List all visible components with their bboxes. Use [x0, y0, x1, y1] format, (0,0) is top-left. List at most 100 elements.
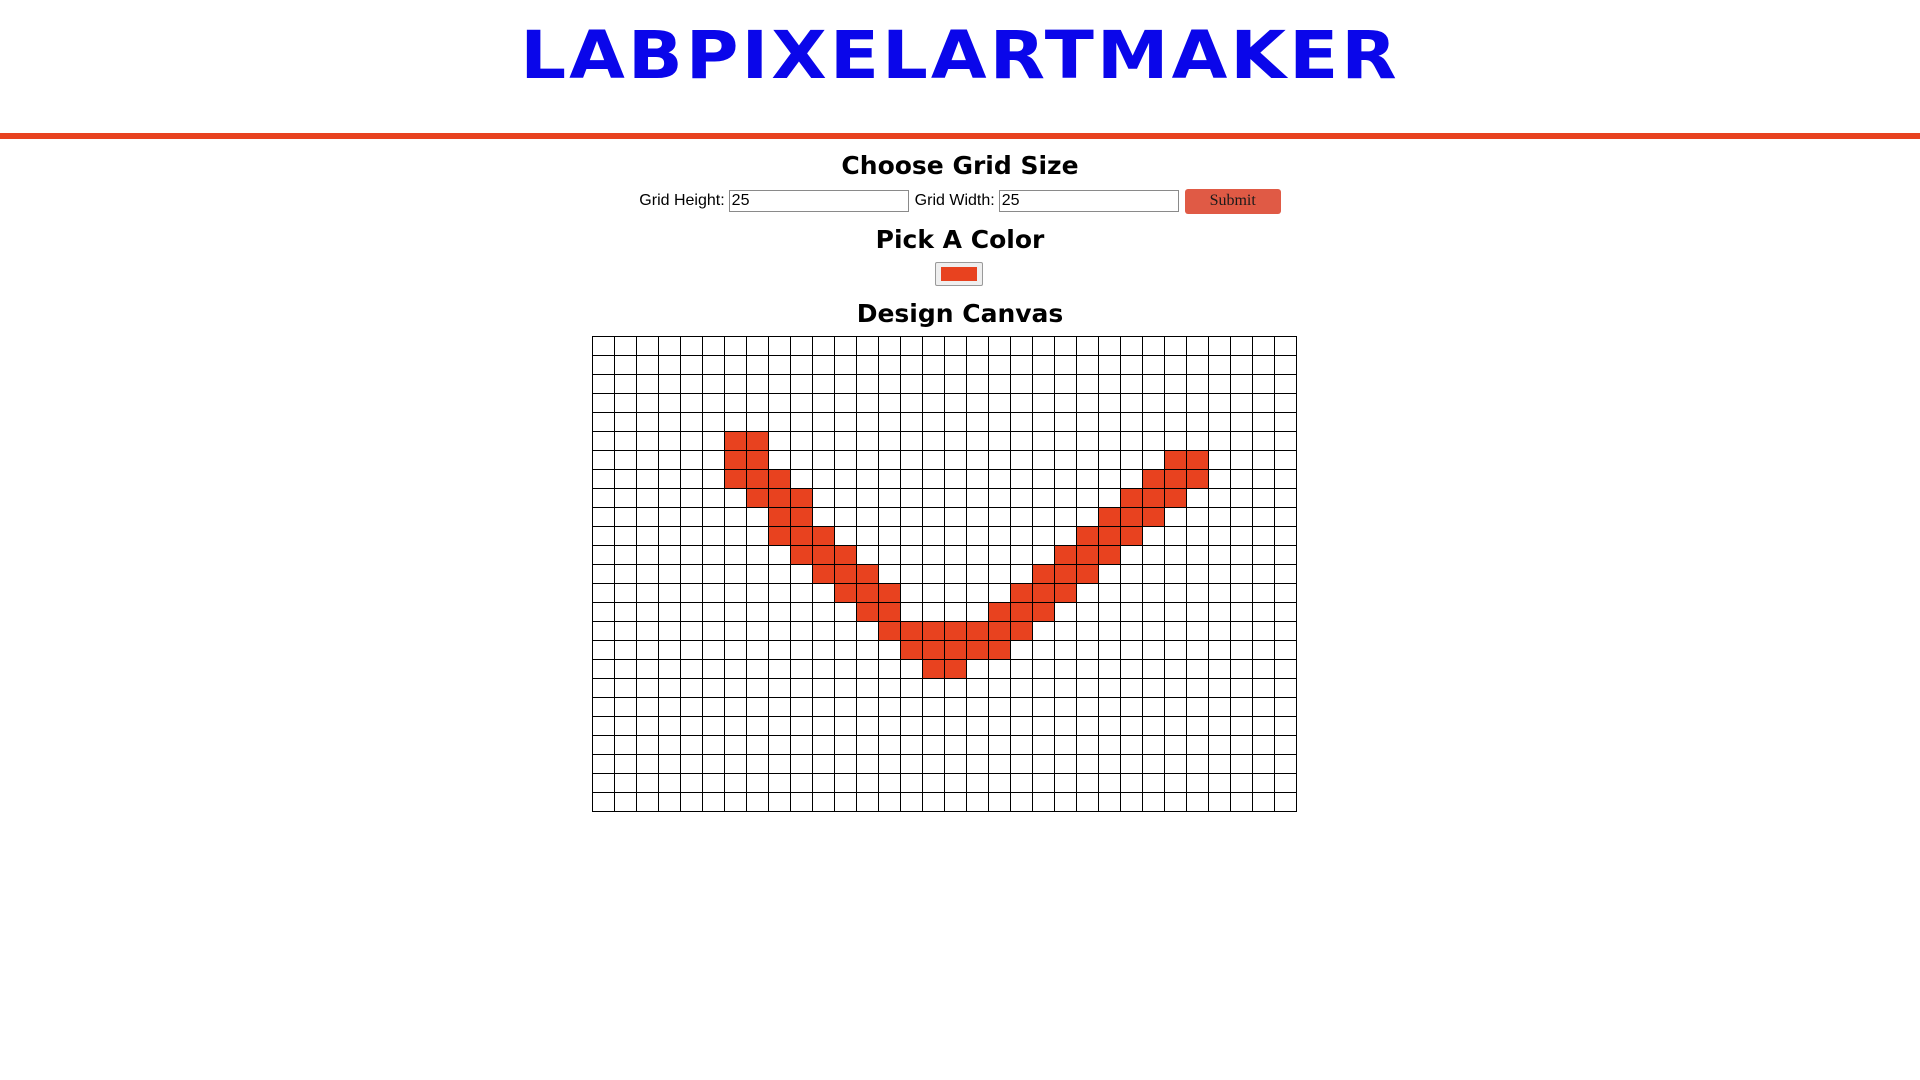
canvas-cell[interactable]	[856, 336, 879, 356]
canvas-cell[interactable]	[658, 716, 681, 736]
canvas-cell[interactable]	[1098, 431, 1121, 451]
canvas-cell[interactable]	[1252, 735, 1275, 755]
canvas-cell[interactable]	[812, 355, 835, 375]
canvas-cell[interactable]	[592, 659, 615, 679]
canvas-cell[interactable]	[1032, 526, 1055, 546]
canvas-cell[interactable]	[1252, 754, 1275, 774]
canvas-cell[interactable]	[1142, 716, 1165, 736]
canvas-cell[interactable]	[1120, 602, 1143, 622]
canvas-cell[interactable]	[1120, 564, 1143, 584]
canvas-cell[interactable]	[1054, 773, 1077, 793]
canvas-cell[interactable]	[746, 545, 769, 565]
canvas-cell[interactable]	[1186, 355, 1209, 375]
canvas-cell[interactable]	[944, 564, 967, 584]
canvas-cell[interactable]	[988, 697, 1011, 717]
canvas-cell[interactable]	[1230, 526, 1253, 546]
canvas-cell[interactable]	[922, 488, 945, 508]
canvas-cell[interactable]	[724, 716, 747, 736]
canvas-cell[interactable]	[724, 640, 747, 660]
canvas-cell[interactable]	[900, 469, 923, 489]
canvas-cell[interactable]	[834, 355, 857, 375]
canvas-cell[interactable]	[614, 355, 637, 375]
canvas-cell[interactable]	[922, 621, 945, 641]
canvas-cell[interactable]	[900, 488, 923, 508]
canvas-cell[interactable]	[1208, 393, 1231, 413]
canvas-cell[interactable]	[944, 469, 967, 489]
canvas-cell[interactable]	[900, 792, 923, 812]
canvas-cell[interactable]	[790, 640, 813, 660]
canvas-cell[interactable]	[790, 545, 813, 565]
canvas-cell[interactable]	[658, 602, 681, 622]
canvas-cell[interactable]	[812, 735, 835, 755]
canvas-cell[interactable]	[1032, 716, 1055, 736]
canvas-cell[interactable]	[636, 393, 659, 413]
canvas-cell[interactable]	[900, 773, 923, 793]
canvas-cell[interactable]	[592, 374, 615, 394]
canvas-cell[interactable]	[834, 792, 857, 812]
canvas-cell[interactable]	[856, 374, 879, 394]
canvas-cell[interactable]	[592, 735, 615, 755]
canvas-cell[interactable]	[1098, 355, 1121, 375]
canvas-cell[interactable]	[636, 336, 659, 356]
canvas-cell[interactable]	[790, 431, 813, 451]
canvas-cell[interactable]	[1076, 488, 1099, 508]
canvas-cell[interactable]	[790, 697, 813, 717]
canvas-cell[interactable]	[812, 754, 835, 774]
canvas-cell[interactable]	[614, 488, 637, 508]
canvas-cell[interactable]	[746, 412, 769, 432]
canvas-cell[interactable]	[1274, 412, 1297, 432]
canvas-cell[interactable]	[680, 621, 703, 641]
canvas-cell[interactable]	[878, 545, 901, 565]
canvas-cell[interactable]	[988, 469, 1011, 489]
canvas-cell[interactable]	[1010, 583, 1033, 603]
canvas-cell[interactable]	[614, 507, 637, 527]
canvas-cell[interactable]	[1032, 792, 1055, 812]
canvas-cell[interactable]	[768, 564, 791, 584]
canvas-cell[interactable]	[1076, 374, 1099, 394]
canvas-cell[interactable]	[1032, 773, 1055, 793]
canvas-cell[interactable]	[1120, 469, 1143, 489]
canvas-cell[interactable]	[680, 336, 703, 356]
canvas-cell[interactable]	[944, 640, 967, 660]
canvas-cell[interactable]	[702, 374, 725, 394]
canvas-cell[interactable]	[944, 792, 967, 812]
canvas-cell[interactable]	[1120, 697, 1143, 717]
canvas-cell[interactable]	[790, 564, 813, 584]
canvas-cell[interactable]	[614, 659, 637, 679]
canvas-cell[interactable]	[1054, 393, 1077, 413]
canvas-cell[interactable]	[878, 564, 901, 584]
canvas-cell[interactable]	[900, 640, 923, 660]
canvas-cell[interactable]	[900, 716, 923, 736]
canvas-cell[interactable]	[1098, 659, 1121, 679]
canvas-cell[interactable]	[1230, 583, 1253, 603]
canvas-cell[interactable]	[1032, 697, 1055, 717]
canvas-cell[interactable]	[856, 621, 879, 641]
canvas-cell[interactable]	[1032, 412, 1055, 432]
canvas-cell[interactable]	[1252, 431, 1275, 451]
canvas-cell[interactable]	[724, 773, 747, 793]
canvas-cell[interactable]	[988, 754, 1011, 774]
canvas-cell[interactable]	[768, 773, 791, 793]
canvas-cell[interactable]	[1274, 450, 1297, 470]
canvas-cell[interactable]	[1164, 659, 1187, 679]
canvas-cell[interactable]	[1252, 545, 1275, 565]
canvas-cell[interactable]	[636, 678, 659, 698]
canvas-cell[interactable]	[592, 412, 615, 432]
canvas-cell[interactable]	[1032, 754, 1055, 774]
canvas-cell[interactable]	[1252, 564, 1275, 584]
canvas-cell[interactable]	[1098, 735, 1121, 755]
canvas-cell[interactable]	[768, 374, 791, 394]
canvas-cell[interactable]	[1274, 526, 1297, 546]
canvas-cell[interactable]	[1010, 374, 1033, 394]
canvas-cell[interactable]	[834, 450, 857, 470]
canvas-cell[interactable]	[1010, 716, 1033, 736]
canvas-cell[interactable]	[658, 621, 681, 641]
canvas-cell[interactable]	[1032, 488, 1055, 508]
canvas-cell[interactable]	[1076, 754, 1099, 774]
canvas-cell[interactable]	[834, 678, 857, 698]
canvas-cell[interactable]	[856, 355, 879, 375]
grid-height-input[interactable]	[728, 190, 909, 212]
canvas-cell[interactable]	[1032, 431, 1055, 451]
canvas-cell[interactable]	[768, 602, 791, 622]
canvas-cell[interactable]	[636, 450, 659, 470]
